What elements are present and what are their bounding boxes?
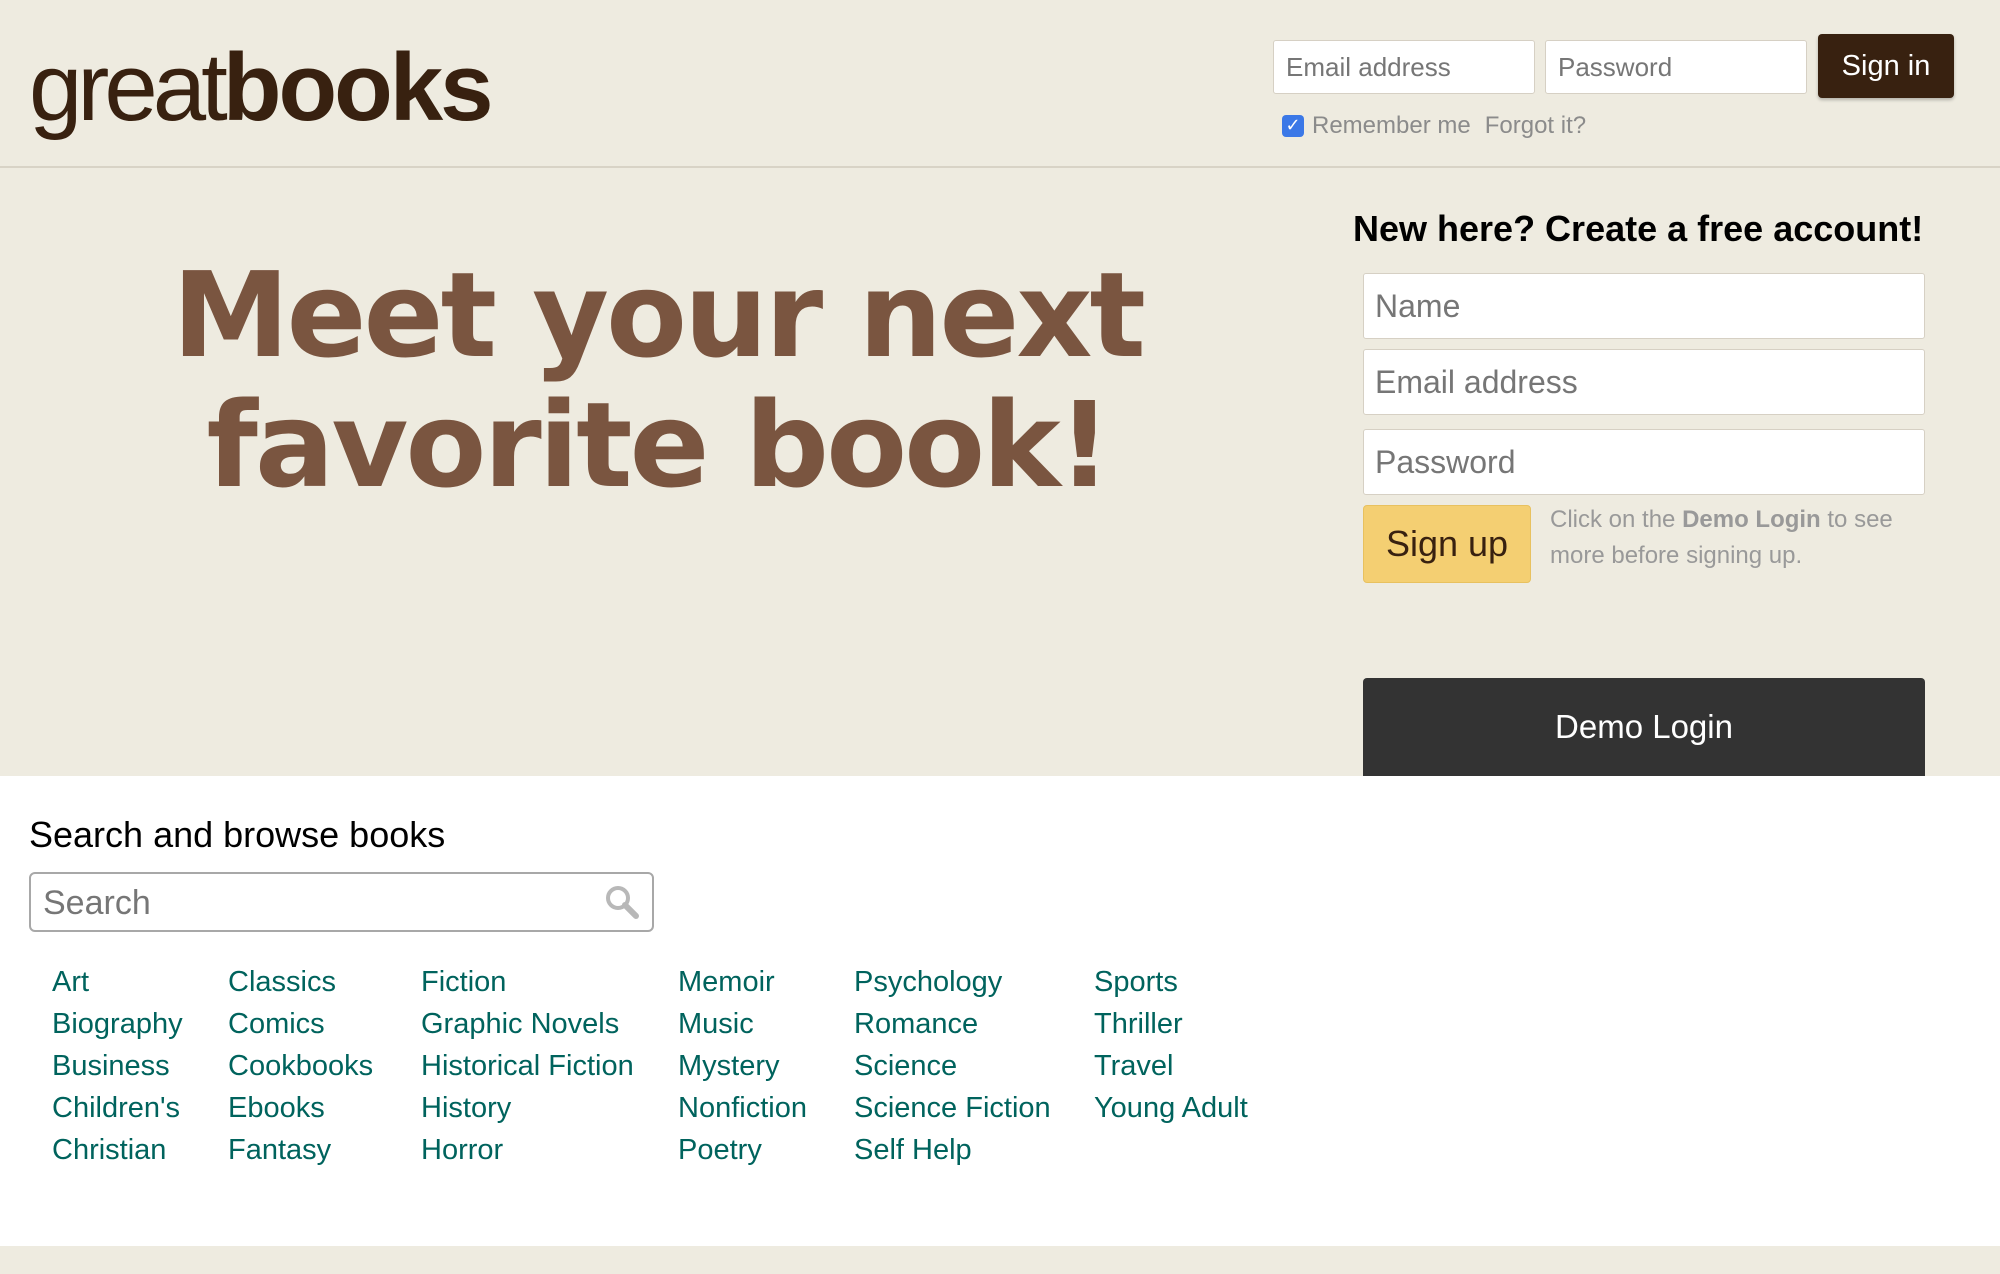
hero-line-1: Meet your next: [172, 246, 1146, 384]
genre-column-2: Classics Comics Cookbooks Ebooks Fantasy: [228, 961, 373, 1171]
genre-link-comics[interactable]: Comics: [228, 1003, 373, 1045]
hero-line-2: favorite book!: [206, 376, 1112, 514]
genre-link-historical-fiction[interactable]: Historical Fiction: [421, 1045, 634, 1087]
genre-link-memoir[interactable]: Memoir: [678, 961, 807, 1003]
remember-me-checkbox[interactable]: ✓: [1282, 115, 1304, 137]
genre-link-cookbooks[interactable]: Cookbooks: [228, 1045, 373, 1087]
genre-link-christian[interactable]: Christian: [52, 1129, 183, 1171]
demo-note-emphasis: Demo Login: [1682, 506, 1821, 533]
genre-link-poetry[interactable]: Poetry: [678, 1129, 807, 1171]
genre-link-science-fiction[interactable]: Science Fiction: [854, 1087, 1051, 1129]
genre-link-classics[interactable]: Classics: [228, 961, 373, 1003]
site-logo[interactable]: greatbooks: [29, 28, 494, 148]
genre-link-business[interactable]: Business: [52, 1045, 183, 1087]
genre-link-fiction[interactable]: Fiction: [421, 961, 634, 1003]
genre-link-ebooks[interactable]: Ebooks: [228, 1087, 373, 1129]
genre-link-fantasy[interactable]: Fantasy: [228, 1129, 373, 1171]
remember-row: ✓ Remember me Forgot it?: [1282, 110, 1586, 142]
genre-link-romance[interactable]: Romance: [854, 1003, 1051, 1045]
sign-up-button[interactable]: Sign up: [1363, 505, 1531, 583]
genre-column-1: Art Biography Business Children's Christ…: [52, 961, 183, 1171]
demo-note-prefix: Click on the: [1550, 506, 1683, 533]
search-icon[interactable]: [602, 882, 642, 922]
genre-link-science[interactable]: Science: [854, 1045, 1051, 1087]
genre-link-graphic-novels[interactable]: Graphic Novels: [421, 1003, 634, 1045]
genre-link-biography[interactable]: Biography: [52, 1003, 183, 1045]
genre-link-sports[interactable]: Sports: [1094, 961, 1248, 1003]
genre-link-psychology[interactable]: Psychology: [854, 961, 1051, 1003]
genre-column-4: Memoir Music Mystery Nonfiction Poetry: [678, 961, 807, 1171]
genre-link-music[interactable]: Music: [678, 1003, 807, 1045]
signin-email-input[interactable]: [1273, 40, 1535, 94]
genre-link-nonfiction[interactable]: Nonfiction: [678, 1087, 807, 1129]
demo-login-note: Click on the Demo Login to see more befo…: [1550, 502, 1930, 574]
genre-link-mystery[interactable]: Mystery: [678, 1045, 807, 1087]
hero-headline: Meet your next favorite book!: [160, 250, 1155, 510]
demo-login-button[interactable]: Demo Login: [1363, 678, 1925, 776]
genre-link-young-adult[interactable]: Young Adult: [1094, 1087, 1248, 1129]
genre-column-6: Sports Thriller Travel Young Adult: [1094, 961, 1248, 1129]
sign-in-button[interactable]: Sign in: [1818, 34, 1954, 98]
browse-section: Search and browse books Art Biography Bu…: [0, 776, 2000, 1246]
genre-link-travel[interactable]: Travel: [1094, 1045, 1248, 1087]
remember-me-label[interactable]: Remember me: [1312, 112, 1471, 140]
genre-column-3: Fiction Graphic Novels Historical Fictio…: [421, 961, 634, 1171]
browse-title: Search and browse books: [29, 814, 446, 855]
logo-bold-text: books: [222, 34, 494, 141]
signup-heading: New here? Create a free account!: [1353, 208, 1924, 249]
search-box: [29, 872, 654, 932]
signup-password-input[interactable]: [1363, 429, 1925, 495]
footer-strip: [0, 1246, 2000, 1274]
top-header: greatbooks Sign in ✓ Remember me Forgot …: [0, 0, 2000, 168]
signin-password-input[interactable]: [1545, 40, 1807, 94]
genre-link-self-help[interactable]: Self Help: [854, 1129, 1051, 1171]
signup-name-input[interactable]: [1363, 273, 1925, 339]
logo-thin-text: great: [29, 34, 228, 141]
search-input[interactable]: [41, 880, 585, 926]
genre-link-thriller[interactable]: Thriller: [1094, 1003, 1248, 1045]
genre-column-5: Psychology Romance Science Science Ficti…: [854, 961, 1051, 1171]
forgot-password-link[interactable]: Forgot it?: [1485, 112, 1586, 140]
genre-link-horror[interactable]: Horror: [421, 1129, 634, 1171]
genre-link-art[interactable]: Art: [52, 961, 183, 1003]
genre-link-history[interactable]: History: [421, 1087, 634, 1129]
signup-email-input[interactable]: [1363, 349, 1925, 415]
genre-link-childrens[interactable]: Children's: [52, 1087, 183, 1129]
